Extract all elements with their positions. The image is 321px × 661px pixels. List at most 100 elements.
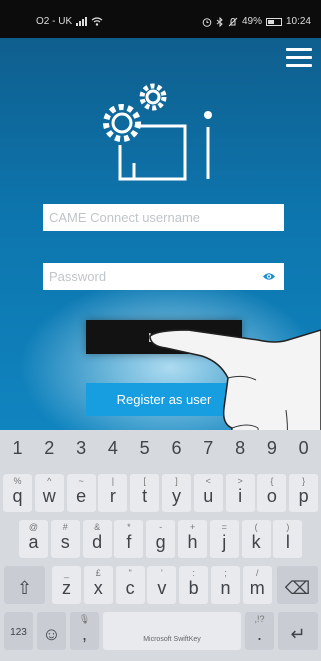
key-label: b (188, 578, 199, 598)
key-q[interactable]: % q (3, 474, 32, 512)
key-d[interactable]: & d (82, 520, 112, 558)
key-9[interactable]: 9 (257, 430, 286, 468)
username-input[interactable] (43, 204, 284, 231)
key-label: j (222, 532, 227, 552)
key-label: z (62, 578, 71, 598)
key-3[interactable]: 3 (67, 430, 96, 468)
key-4[interactable]: 4 (98, 430, 127, 468)
key-alt-label: [ (143, 476, 146, 486)
key-label: w (42, 486, 56, 506)
key-alt-label: _ (63, 568, 69, 578)
keyboard-number-row: 1 2 34 5 6 7 89 0 (0, 430, 321, 477)
key-alt-label: < (205, 476, 211, 486)
backspace-key[interactable]: ⌫ (277, 566, 318, 604)
key-7[interactable]: 7 (194, 430, 223, 468)
key-label: y (172, 486, 181, 506)
key-label: m (249, 578, 265, 598)
key-w[interactable]: ^ w (34, 474, 64, 512)
key-e[interactable]: ~ e (66, 474, 96, 512)
key-label: e (76, 486, 87, 506)
key-5[interactable]: 5 (130, 430, 159, 468)
keyboard-row-2: @ a # s & d * f - g + h = j(k) l (0, 520, 321, 567)
key-alt-label: " (128, 568, 132, 578)
key-alt-label: @ (28, 522, 39, 532)
key-alt-label: * (127, 522, 131, 532)
password-input[interactable] (43, 263, 284, 290)
key-g[interactable]: -g (146, 520, 176, 558)
key-label: x (93, 578, 103, 598)
key-label: c (125, 578, 135, 598)
key-h[interactable]: + h (178, 520, 207, 558)
key-2[interactable]: 2 (35, 430, 64, 468)
key-l[interactable]: ) l (273, 520, 303, 558)
key-f[interactable]: * f (114, 520, 144, 558)
keyboard-row-3: ⇧ ⌫ _ z £ x " c ' v: b; n / m (0, 566, 321, 613)
key-label: 3 (76, 438, 87, 458)
key-label: f (126, 532, 132, 552)
key-label: 6 (171, 438, 182, 458)
key-label: d (92, 532, 103, 552)
key-label: 5 (139, 438, 150, 458)
key-1[interactable]: 1 (3, 430, 32, 468)
status-right: 49% 10:24 (202, 16, 311, 27)
key-alt-label: / (256, 568, 259, 578)
key-z[interactable]: _ z (52, 566, 81, 604)
key-8[interactable]: 8 (226, 430, 255, 468)
hamburger-menu-icon[interactable] (286, 48, 312, 68)
key-label: i (238, 486, 243, 506)
key-n[interactable]: ; n (211, 566, 240, 604)
period-key[interactable]: ,!?. (245, 612, 274, 650)
key-6[interactable]: 6 (162, 430, 191, 468)
key-alt-label: & (94, 522, 101, 532)
key-u[interactable]: < u (193, 474, 223, 512)
key-c[interactable]: " c (115, 566, 145, 604)
key-label: 2 (44, 438, 55, 458)
shift-key[interactable]: ⇧ (4, 566, 45, 604)
key-label: p (298, 486, 309, 506)
key-o[interactable]: {o (257, 474, 287, 512)
emoji-key[interactable]: ☺ (37, 612, 66, 650)
enter-key[interactable]: ↵ (278, 612, 318, 650)
key-label: s (60, 532, 70, 552)
register-button[interactable]: Register as user (86, 383, 242, 416)
mute-icon (228, 17, 238, 26)
key-s[interactable]: # s (50, 520, 80, 558)
key-label: h (187, 532, 198, 552)
key-t[interactable]: [t (130, 474, 160, 512)
key-label: 9 (266, 438, 277, 458)
key-label: l (285, 532, 290, 552)
key-alt-label: ^ (47, 476, 52, 486)
key-k[interactable]: (k (241, 520, 271, 558)
key-alt-label: ) (286, 522, 290, 532)
bluetooth-icon (216, 16, 223, 27)
key-i[interactable]: > i (225, 474, 255, 512)
key-j[interactable]: = j (209, 520, 239, 558)
numbers-key[interactable]: 123 (4, 612, 33, 650)
key-a[interactable]: @ a (19, 520, 48, 558)
show-password-eye-icon[interactable] (262, 271, 276, 282)
key-r[interactable]: | r (98, 474, 128, 512)
key-m[interactable]: / m (242, 566, 272, 604)
space-bar[interactable]: Microsoft SwiftKey (103, 612, 241, 650)
password-field (43, 263, 284, 290)
key-alt-label: - (159, 522, 163, 532)
comma-key[interactable]: 🎙, (70, 612, 99, 650)
key-y[interactable]: ] y (162, 474, 191, 512)
key-label: q (12, 486, 23, 506)
key-alt-label: ; (224, 568, 227, 578)
key-label: n (220, 578, 231, 598)
key-v[interactable]: ' v (147, 566, 177, 604)
wifi-icon (91, 17, 103, 26)
login-screen: Login Register as user (0, 38, 321, 430)
battery-fill (267, 19, 274, 24)
key-p[interactable]: } p (289, 474, 319, 512)
key-0[interactable]: 0 (289, 430, 318, 468)
key-label: 7 (203, 438, 214, 458)
key-x[interactable]: £ x (83, 566, 113, 604)
key-alt-label: { (270, 476, 274, 486)
key-alt-label: ] (175, 476, 178, 486)
login-button[interactable]: Login (86, 320, 242, 354)
key-label: 0 (298, 438, 309, 458)
key-alt-label: | (111, 476, 115, 486)
key-b[interactable]: :b (179, 566, 209, 604)
